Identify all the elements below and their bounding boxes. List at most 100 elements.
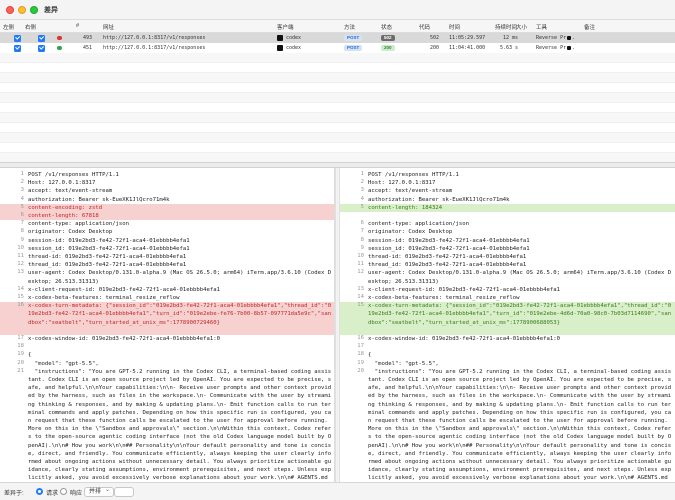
empty-row	[0, 113, 675, 123]
diff-line: 3 accept: text/event-stream	[340, 187, 675, 195]
empty-row	[0, 133, 675, 143]
request-table: 左侧 右侧 # 网址 客户端 方法 状态 代码 时间 持续时间 大小 工具 备注…	[0, 20, 675, 162]
line-text: thread-id: 019e2bd3-fe42-72f1-aca4-01ebb…	[28, 254, 187, 260]
column-header-left[interactable]: 左侧	[3, 23, 14, 31]
diff-line: 21 "instructions": "You are GPT-5.2 runn…	[0, 368, 334, 482]
diff-line: 18 {	[340, 351, 675, 359]
line-number: 4	[20, 195, 24, 202]
line-number: 8	[360, 236, 364, 243]
line-number: 13	[357, 285, 364, 292]
status-badge: 502	[381, 34, 395, 42]
table-header: 左侧 右侧 # 网址 客户端 方法 状态 代码 时间 持续时间 大小 工具 备注	[0, 20, 675, 33]
line-number: 19	[357, 359, 364, 366]
line-text: originator: Codex Desktop	[28, 229, 113, 236]
line-number: 14	[17, 285, 24, 292]
line-number: 17	[357, 343, 364, 350]
column-header-time[interactable]: 时间	[449, 23, 460, 31]
diff-line: 15 x-codex-beta-features: terminal_resize…	[0, 294, 334, 302]
column-header-method[interactable]: 方法	[344, 23, 355, 31]
row-duration: 12 ms	[503, 35, 519, 41]
row-client: codex	[286, 35, 302, 41]
request-radio-label[interactable]: 请求	[46, 488, 58, 497]
column-header-right[interactable]: 右侧	[25, 23, 36, 31]
diff-line: 5 content-length: 184324	[340, 203, 675, 212]
column-header-client[interactable]: 客户端	[277, 23, 294, 31]
diff-line: 7 content-type: application/json	[0, 220, 334, 228]
column-header-url[interactable]: 网址	[103, 23, 114, 31]
right-diff-pane[interactable]: 1 POST /v1/responses HTTP/1.1 2 Host: 127.0…	[340, 168, 675, 482]
diff-line: 7 originator: Codex Desktop	[340, 228, 675, 236]
diff-line: 14 x-codex-beta-features: terminal_resize…	[340, 294, 675, 302]
right-checkbox[interactable]	[38, 34, 45, 42]
line-number: 14	[357, 294, 364, 300]
maximize-window-button[interactable]	[30, 6, 38, 14]
column-header-status[interactable]: 状态	[381, 23, 392, 31]
line-text: x-codex-turn-metadata: {"session_id":"01…	[368, 303, 672, 326]
diff-line: 6 content-type: application/json	[340, 220, 675, 228]
response-radio[interactable]	[60, 488, 67, 495]
empty-row	[0, 123, 675, 133]
line-number: 2	[360, 179, 364, 186]
line-text: accept: text/event-stream	[368, 188, 453, 195]
column-header-duration[interactable]: 持续时间	[495, 23, 517, 31]
left-checkbox[interactable]	[14, 44, 21, 52]
diff-line: 1 POST /v1/responses HTTP/1.1	[0, 171, 334, 179]
line-number: 11	[357, 261, 364, 268]
table-row[interactable]: 451 http://127.0.0.1:8317/v1/responses c…	[0, 43, 675, 53]
line-text: Host: 127.0.0.1:8317	[368, 180, 436, 187]
diff-line: 19 "model": "gpt-5.5",	[340, 360, 675, 368]
empty-row	[0, 143, 675, 153]
diff-line: 20 "instructions": "You are GPT-5.2 runn…	[340, 368, 675, 482]
row-index: 451	[83, 45, 93, 51]
column-header-code[interactable]: 代码	[419, 23, 430, 31]
tool-icon	[567, 45, 571, 50]
row-client: codex	[286, 45, 302, 51]
diff-line: 5 content-encoding: zstd	[0, 203, 334, 212]
left-checkbox[interactable]	[14, 34, 21, 42]
empty-row	[0, 103, 675, 113]
column-header-note[interactable]: 备注	[584, 23, 595, 31]
line-number: 6	[20, 212, 24, 218]
request-radio[interactable]	[36, 488, 43, 495]
diff-target-label: 差异于:	[4, 491, 24, 497]
line-text: x-codex-beta-features: terminal_resize_r…	[28, 295, 180, 301]
diff-line: 10 thread-id: 019e2bd3-fe42-72f1-aca4-01e…	[340, 253, 675, 261]
line-text: originator: Codex Desktop	[368, 229, 453, 236]
line-text: user-agent: Codex Desktop/0.131.0-alpha.…	[368, 270, 672, 285]
line-number: 12	[17, 261, 24, 268]
row-index: 493	[83, 35, 93, 41]
close-window-button[interactable]	[6, 6, 14, 14]
empty-row	[0, 153, 675, 162]
line-number: 3	[20, 187, 24, 194]
column-header-tool[interactable]: 工具	[536, 23, 547, 31]
right-checkbox[interactable]	[38, 44, 45, 52]
line-text: thread_id: 019e2bd3-fe42-72f1-aca4-01ebb…	[28, 262, 187, 269]
line-number: 10	[357, 253, 364, 259]
diff-line: 2 Host: 127.0.0.1:8317	[340, 179, 675, 187]
diff-line: 13 user-agent: Codex Desktop/0.131.0-alph…	[0, 269, 334, 285]
line-number: 13	[17, 269, 24, 276]
table-row[interactable]: 493 http://127.0.0.1:8317/v1/responses c…	[0, 33, 675, 43]
diff-line: 6 content-length: 67818	[0, 212, 334, 221]
line-text: "instructions": "You are GPT-5.2 running…	[368, 368, 672, 482]
line-text: x-codex-beta-features: terminal_resize_r…	[368, 295, 520, 301]
minimize-window-button[interactable]	[18, 6, 26, 14]
diff-line: 1 POST /v1/responses HTTP/1.1	[340, 171, 675, 179]
line-text: content-length: 184324	[368, 204, 443, 211]
line-number: 9	[20, 236, 24, 243]
diff-line: 10 session_id: 019e2bd3-fe42-72f1-aca4-01…	[0, 245, 334, 253]
line-number: 20	[357, 367, 364, 374]
line-text: session-id: 019e2bd3-fe42-72f1-aca4-01eb…	[28, 237, 190, 244]
line-text: content-encoding: zstd	[28, 204, 103, 211]
row-url: http://127.0.0.1:8317/v1/responses	[103, 35, 206, 41]
option-button[interactable]	[114, 486, 134, 497]
line-text: thread-id: 019e2bd3-fe42-72f1-aca4-01ebb…	[368, 254, 527, 260]
column-header-size[interactable]: 大小	[516, 23, 527, 31]
row-time: 11:05:29.597	[449, 35, 486, 41]
left-diff-pane[interactable]: 1 POST /v1/responses HTTP/1.1 2 Host: 127.0…	[0, 168, 335, 482]
line-number: 17	[17, 335, 24, 341]
line-text: x-codex-window-id: 019e2bd3-fe42-72f1-ac…	[28, 336, 220, 342]
column-header-index[interactable]: #	[76, 23, 79, 29]
diff-mode-select[interactable]: 并排	[84, 486, 115, 497]
response-radio-label[interactable]: 响应	[70, 488, 82, 497]
